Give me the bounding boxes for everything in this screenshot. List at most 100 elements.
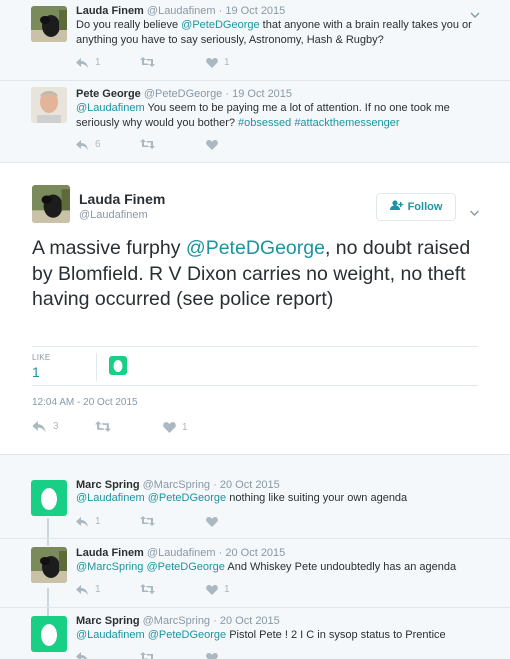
like-button[interactable] — [206, 516, 224, 527]
author-handle[interactable]: @Laudafinem — [147, 5, 216, 17]
author-name[interactable]: Lauda Finem — [79, 191, 165, 207]
author-name[interactable]: Marc Spring — [76, 479, 140, 491]
dot-separator: · — [218, 5, 223, 17]
like-count: 1 — [182, 421, 188, 433]
tweet-date[interactable]: 20 Oct 2015 — [220, 615, 280, 627]
chevron-down-icon[interactable] — [469, 204, 480, 222]
mention-link[interactable]: @PeteDGeorge — [148, 629, 226, 641]
main-tweet: Lauda Finem @Laudafinem Follow A massive… — [0, 162, 510, 455]
mention-link[interactable]: @Laudafinem — [76, 629, 145, 641]
likes-count[interactable]: 1 — [32, 364, 40, 380]
retweet-button[interactable] — [140, 57, 161, 67]
mention-link[interactable]: @PeteDGeorge — [146, 561, 224, 573]
like-button[interactable] — [206, 139, 224, 150]
tweet-date[interactable]: 19 Oct 2015 — [225, 5, 285, 17]
reply-button[interactable] — [76, 652, 95, 659]
dot-separator: · — [225, 88, 230, 100]
author-name[interactable]: Lauda Finem — [76, 5, 144, 17]
reply-icon — [76, 584, 89, 595]
add-user-icon — [389, 200, 404, 214]
heart-icon — [206, 652, 218, 659]
author-handle[interactable]: @MarcSpring — [143, 479, 210, 491]
reply-button[interactable]: 1 — [76, 516, 101, 527]
author-name[interactable]: Marc Spring — [76, 615, 140, 627]
mention-link[interactable]: @Laudafinem — [76, 102, 145, 114]
mention-link[interactable]: @PeteDGeorge — [181, 19, 259, 31]
hashtag-link[interactable]: #obsessed — [238, 117, 291, 129]
reply-icon — [32, 421, 47, 432]
tweet-date[interactable]: 19 Oct 2015 — [232, 88, 292, 100]
avatar-dog[interactable] — [32, 185, 70, 223]
avatar-dog[interactable] — [31, 547, 67, 583]
tweet-date[interactable]: 20 Oct 2015 — [225, 547, 285, 559]
like-button[interactable] — [206, 652, 224, 659]
reply-count: 1 — [95, 516, 101, 527]
mention-link[interactable]: @Laudafinem — [76, 492, 145, 504]
retweet-icon — [140, 516, 155, 526]
avatar-egg[interactable] — [31, 480, 67, 516]
liker-avatar[interactable] — [109, 356, 127, 375]
reply-icon — [76, 139, 89, 150]
author-name[interactable]: Pete George — [76, 88, 141, 100]
author-handle[interactable]: @MarcSpring — [143, 615, 210, 627]
retweet-button[interactable] — [140, 584, 161, 594]
stats-divider — [96, 353, 97, 381]
reply-button[interactable]: 1 — [76, 57, 101, 68]
hashtag-link[interactable]: #attackthemessenger — [294, 117, 399, 129]
retweet-button[interactable] — [95, 421, 117, 432]
like-button[interactable]: 1 — [163, 421, 188, 433]
heart-icon — [206, 139, 218, 150]
dot-separator: · — [218, 547, 223, 559]
author-handle[interactable]: @PeteDGeorge — [144, 88, 222, 100]
tweet-timestamp[interactable]: 12:04 AM - 20 Oct 2015 — [32, 397, 138, 408]
tweet-text-part: Pistol Pete ! 2 I C in sysop status to P… — [226, 629, 446, 641]
retweet-icon — [140, 584, 155, 594]
follow-button[interactable]: Follow — [376, 193, 456, 221]
reply-icon — [76, 516, 89, 527]
retweet-button[interactable] — [140, 516, 161, 526]
dot-separator: · — [213, 479, 217, 491]
tweet-text: @Laudafinem @PeteDGeorge nothing like su… — [76, 491, 476, 506]
tweet-text-part: Do you really believe — [76, 19, 182, 31]
tweet-stats: LIKE 1 — [32, 346, 478, 386]
like-button[interactable]: 1 — [206, 57, 230, 68]
author-handle[interactable]: @Laudafinem — [79, 209, 148, 221]
reply-tweet-1[interactable]: Marc Spring @MarcSpring · 20 Oct 2015 @L… — [0, 470, 510, 538]
tweet-text-part: nothing like suiting your own agenda — [226, 492, 408, 504]
retweet-button[interactable] — [140, 652, 161, 659]
tweet-ancestor-2[interactable]: Pete George @PeteDGeorge · 19 Oct 2015 @… — [0, 81, 510, 161]
reply-count: 1 — [95, 57, 101, 68]
tweet-text: @MarcSpring @PeteDGeorge And Whiskey Pet… — [76, 560, 476, 575]
tweet-ancestor-1[interactable]: Lauda Finem @Laudafinem · 19 Oct 2015 Do… — [0, 0, 510, 80]
heart-icon — [206, 584, 218, 595]
mention-link[interactable]: @PeteDGeorge — [148, 492, 226, 504]
reply-icon — [76, 652, 89, 659]
heart-icon — [206, 516, 218, 527]
mention-link[interactable]: @PeteDGeorge — [186, 237, 325, 259]
avatar-pete-george[interactable] — [31, 87, 67, 123]
reply-button[interactable]: 1 — [76, 584, 101, 595]
likes-label: LIKE — [32, 353, 51, 362]
follow-label: Follow — [407, 201, 443, 213]
heart-icon — [163, 421, 176, 433]
reply-button[interactable]: 3 — [32, 421, 59, 432]
retweet-icon — [95, 421, 111, 432]
tweet-text-part: And Whiskey Pete undoubtedly has an agen… — [224, 561, 457, 573]
tweet-text-part: A massive furphy — [32, 237, 186, 259]
avatar-egg[interactable] — [31, 616, 67, 652]
tweet-text: @Laudafinem @PeteDGeorge Pistol Pete ! 2… — [76, 628, 476, 643]
author-name[interactable]: Lauda Finem — [76, 547, 144, 559]
avatar-dog[interactable] — [31, 6, 67, 42]
author-handle[interactable]: @Laudafinem — [147, 547, 216, 559]
like-count: 1 — [224, 584, 230, 595]
reply-tweet-2[interactable]: Lauda Finem @Laudafinem · 20 Oct 2015 @M… — [0, 539, 510, 607]
like-button[interactable]: 1 — [206, 584, 230, 595]
mention-link[interactable]: @MarcSpring — [76, 561, 143, 573]
retweet-button[interactable] — [140, 139, 161, 149]
tweet-date[interactable]: 20 Oct 2015 — [220, 479, 280, 491]
retweet-icon — [140, 652, 155, 659]
reply-tweet-3[interactable]: Marc Spring @MarcSpring · 20 Oct 2015 @L… — [0, 608, 510, 659]
reply-count: 3 — [53, 421, 59, 432]
heart-icon — [206, 57, 218, 68]
reply-button[interactable]: 6 — [76, 139, 101, 150]
